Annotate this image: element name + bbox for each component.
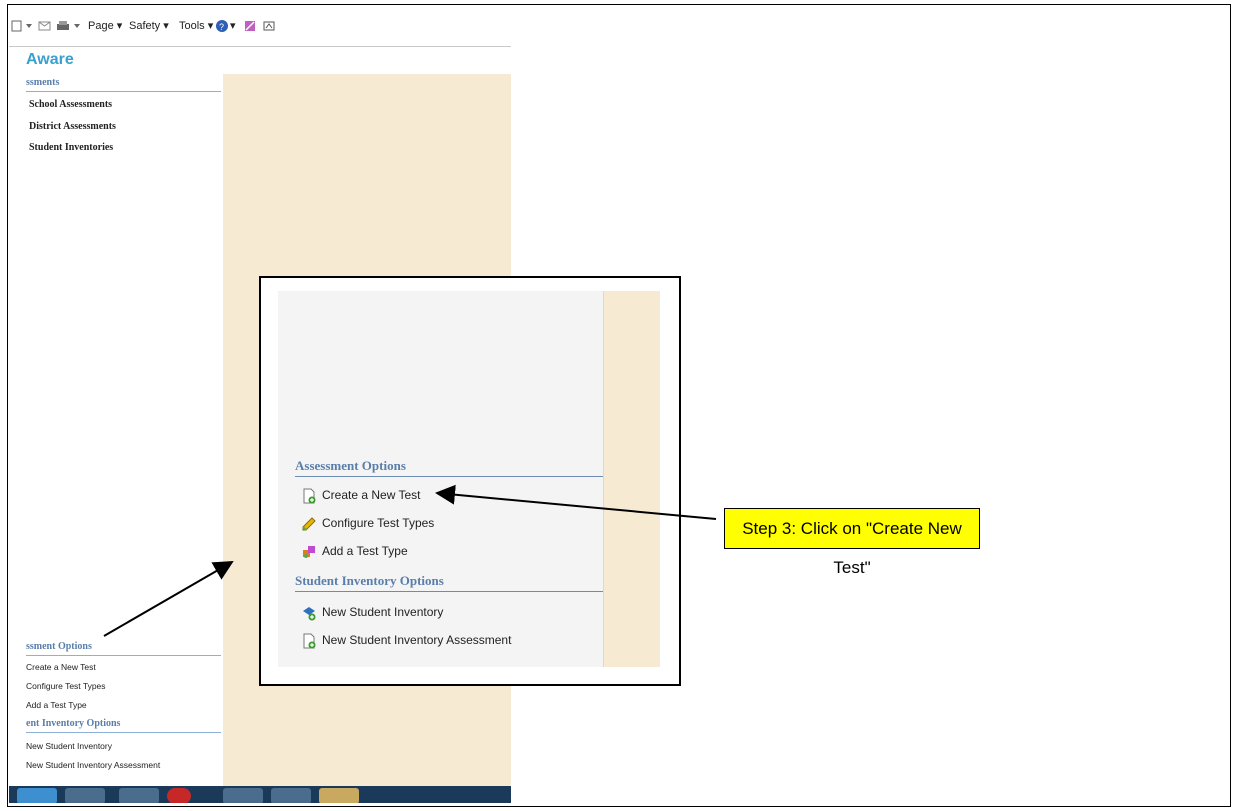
start-button[interactable] — [17, 788, 57, 803]
create-new-test-link[interactable]: Create a New Test — [301, 486, 421, 504]
inset-content-area — [603, 291, 660, 667]
tools-menu[interactable]: Tools ▾ — [179, 16, 213, 36]
research-icon[interactable] — [243, 16, 257, 36]
configure-test-types-link[interactable]: Configure Test Types — [301, 514, 434, 532]
new-student-inventory-assessment-link[interactable]: New Student Inventory Assessment — [301, 631, 511, 649]
new-student-inventory-assessment-label: New Student Inventory Assessment — [322, 633, 512, 647]
windows-taskbar — [9, 786, 511, 803]
print-icon[interactable] — [55, 16, 83, 36]
puzzle-icon — [301, 544, 317, 560]
taskbar-media-icon[interactable] — [119, 788, 159, 803]
sidebar-create-new-test[interactable]: Create a New Test — [26, 662, 96, 672]
taskbar-app-icon[interactable] — [167, 788, 191, 803]
help-dropdown-caret[interactable]: ▾ — [230, 16, 236, 36]
sidebar-configure-test-types[interactable]: Configure Test Types — [26, 681, 106, 691]
page-menu[interactable]: Page ▾ — [88, 16, 122, 36]
taskbar-window-1[interactable] — [223, 788, 263, 803]
translate-icon[interactable] — [262, 16, 276, 36]
new-document-icon — [301, 488, 317, 504]
sidebar-add-test-type[interactable]: Add a Test Type — [26, 700, 87, 710]
configure-test-types-label: Configure Test Types — [322, 516, 435, 530]
step-callout: Step 3: Click on "Create New Test" — [724, 508, 980, 577]
add-test-type-link[interactable]: Add a Test Type — [301, 542, 408, 560]
sidebar-assessment-options-heading: ssment Options — [26, 641, 221, 656]
new-document-icon — [301, 633, 317, 649]
sidebar-item-district-assessments[interactable]: District Assessments — [29, 121, 116, 132]
sidebar-item-school-assessments[interactable]: School Assessments — [29, 99, 112, 110]
sidebar-new-student-inventory-assessment[interactable]: New Student Inventory Assessment — [26, 760, 160, 770]
inset-assessment-options-heading: Assessment Options — [295, 458, 615, 477]
sidebar-item-student-inventories[interactable]: Student Inventories — [29, 142, 113, 153]
create-new-test-label: Create a New Test — [322, 488, 421, 502]
inventory-icon — [301, 605, 317, 621]
safety-menu[interactable]: Safety ▾ — [129, 16, 169, 36]
mail-icon[interactable] — [37, 16, 53, 36]
taskbar-window-2[interactable] — [271, 788, 311, 803]
inset-options-panel: Assessment Options Create a New Test Con… — [278, 291, 615, 667]
browser-toolbar: Page ▾ Safety ▾ Tools ▾ ? ▾ — [9, 6, 511, 47]
svg-text:?: ? — [219, 22, 224, 32]
taskbar-window-3[interactable] — [319, 788, 359, 803]
feeds-icon[interactable] — [11, 16, 35, 36]
figure-frame: Page ▾ Safety ▾ Tools ▾ ? ▾ Aware ssment… — [7, 4, 1231, 807]
sidebar: ssments School Assessments District Asse… — [9, 74, 221, 786]
taskbar-explorer-icon[interactable] — [65, 788, 105, 803]
new-student-inventory-label: New Student Inventory — [322, 605, 444, 619]
help-icon[interactable]: ? — [215, 16, 229, 36]
sidebar-assessments-heading: ssments — [26, 77, 221, 92]
zoom-inset: Assessment Options Create a New Test Con… — [259, 276, 681, 686]
add-test-type-label: Add a Test Type — [322, 544, 408, 558]
sidebar-inventory-options-heading: ent Inventory Options — [26, 718, 221, 733]
pencil-icon — [301, 516, 317, 532]
new-student-inventory-link[interactable]: New Student Inventory — [301, 603, 443, 621]
app-title: Aware — [26, 51, 74, 68]
inset-inventory-options-heading: Student Inventory Options — [295, 573, 615, 592]
sidebar-new-student-inventory[interactable]: New Student Inventory — [26, 741, 112, 751]
